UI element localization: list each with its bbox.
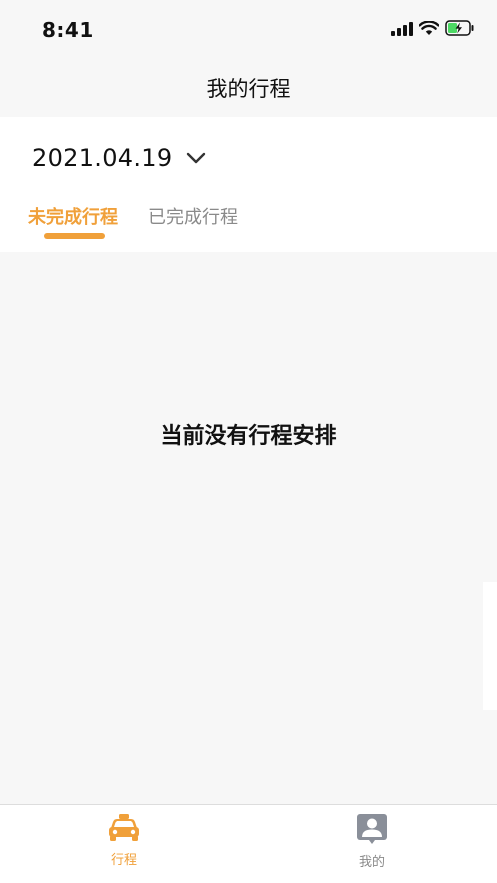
tab-label: 已完成行程 [148, 207, 238, 228]
date-selector[interactable]: 2021.04.19 [32, 144, 206, 172]
profile-icon [355, 814, 389, 849]
side-edge-strip [483, 582, 497, 710]
battery-charging-icon [445, 20, 475, 40]
status-time: 8:41 [42, 18, 94, 42]
tabbar-item-trips[interactable]: 行程 [64, 813, 184, 868]
chevron-down-icon [186, 149, 206, 168]
tab-completed-trips[interactable]: 已完成行程 [148, 203, 238, 241]
status-bar: 8:41 [0, 0, 497, 60]
tabbar-item-mine[interactable]: 我的 [312, 813, 432, 870]
signal-icon [391, 21, 413, 40]
page-title: 我的行程 [206, 77, 291, 101]
wifi-icon [418, 19, 440, 40]
navigation-bar: 我的行程 [0, 60, 497, 117]
status-icons [391, 19, 475, 40]
tab-incomplete-trips[interactable]: 未完成行程 [28, 203, 118, 241]
tabbar-label: 我的 [358, 855, 385, 870]
empty-state-message: 当前没有行程安排 [160, 424, 337, 449]
bottom-tab-bar: 行程 我的 [0, 804, 497, 883]
trip-filter-panel: 2021.04.19 未完成行程 已完成行程 [0, 117, 497, 252]
tabbar-label: 行程 [110, 853, 137, 868]
tab-label: 未完成行程 [28, 207, 118, 228]
active-tab-indicator [44, 233, 105, 239]
trip-tabs: 未完成行程 已完成行程 [28, 203, 238, 241]
taxi-icon [107, 814, 141, 847]
date-value: 2021.04.19 [32, 144, 173, 172]
